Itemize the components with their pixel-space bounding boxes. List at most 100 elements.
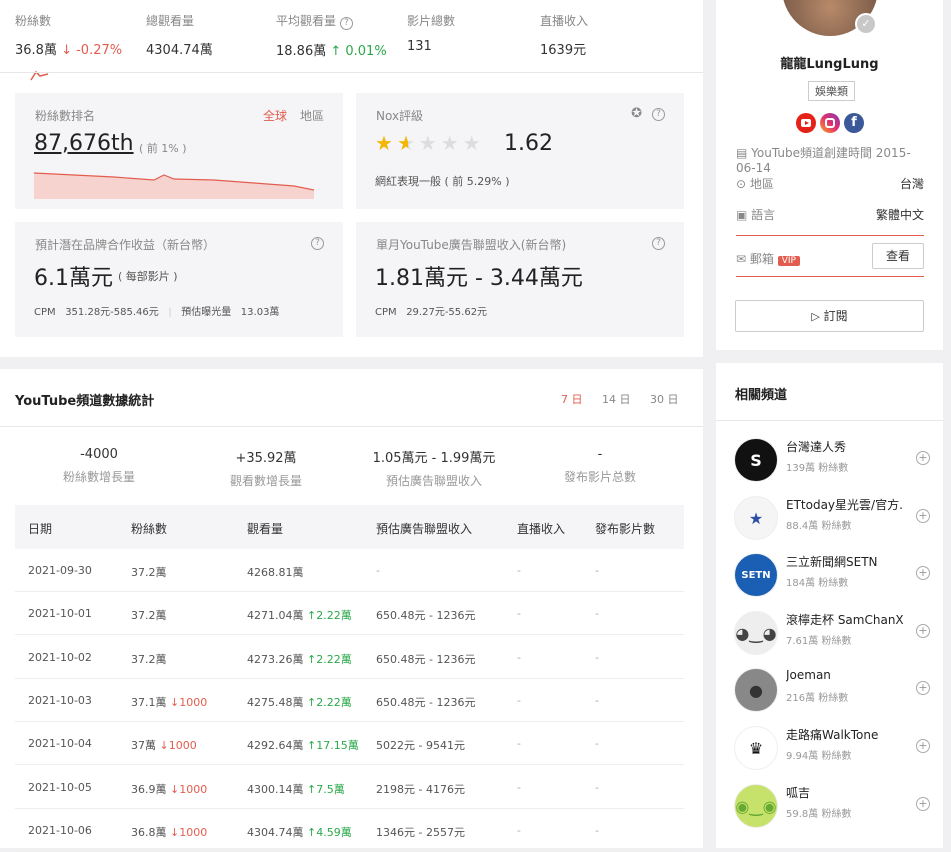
related-channel-item[interactable]: ◕‿◕ 滾檸走杯 SamChanX 7.61萬 粉絲數 + (734, 608, 930, 658)
cell-views: 4304.74萬 (247, 825, 304, 839)
cell-date: 2021-10-01 (28, 607, 92, 621)
views-delta-value: 2.22萬 (316, 609, 352, 623)
cpm-value: 351.28元-585.46元 (65, 307, 159, 318)
divider (0, 426, 703, 427)
views-delta: ↑7.5萬 (307, 783, 345, 796)
tab-7-days[interactable]: 7 日 (561, 391, 583, 407)
cell-fans: 37.2萬 (131, 566, 167, 579)
exposure-label: 預估曝光量 (181, 307, 232, 318)
fans-delta-value: 1000 (168, 739, 197, 753)
fans-delta: ↓1000 (170, 696, 207, 709)
help-icon[interactable]: ? (652, 108, 665, 121)
facebook-icon[interactable]: f (844, 113, 864, 133)
main-content: 粉絲數 36.8萬 ↓ -0.27% 總觀看量 4304.74萬 平均觀看量 ?… (0, 0, 703, 852)
related-channel-name: 台灣達人秀 (786, 440, 847, 454)
table-cell: 37.2萬 (131, 564, 167, 580)
cell-videos: - (595, 650, 599, 664)
language-row: ▣ 語言 繁體中文 (736, 206, 924, 223)
table-cell: - (595, 607, 599, 620)
cell-views: 4275.48萬 (247, 695, 304, 709)
youtube-icon[interactable] (796, 113, 816, 133)
related-channels-card: 相關頻道 S 台灣達人秀 139萬 粉絲數 + ★ ETtoday星光雲/官方.… (716, 363, 943, 848)
person-icon: ● (734, 668, 778, 713)
rank-tab-global[interactable]: 全球 (263, 107, 287, 124)
related-channel-item[interactable]: SETN 三立新聞網SETN 184萬 粉絲數 + (734, 550, 930, 600)
related-channel-name: 滾檸走杯 SamChanX (786, 612, 904, 627)
related-channel-fans: 139萬 粉絲數 (786, 463, 849, 474)
rank-tab-region[interactable]: 地區 (300, 107, 324, 124)
rank-title: 粉絲數排名 (35, 109, 96, 123)
stat-total-views: 總觀看量 4304.74萬 (146, 12, 213, 58)
table-cell: 2198元 - 4176元 (376, 781, 465, 797)
cell-revenue: 650.48元 - 1236元 (376, 695, 476, 709)
cell-videos: - (595, 823, 599, 837)
cell-date: 2021-10-03 (28, 693, 92, 707)
views-delta-value: 2.22萬 (316, 652, 352, 666)
related-channel-item[interactable]: S 台灣達人秀 139萬 粉絲數 + (734, 435, 930, 485)
related-channel-fans: 7.61萬 粉絲數 (786, 635, 852, 647)
cell-videos: - (595, 564, 599, 577)
table-cell: 4273.26萬 ↑2.22萬 (247, 651, 352, 667)
table-header: 日期 粉絲數 觀看量 預估廣告聯盟收入 直播收入 發布影片數 (15, 505, 684, 549)
category-badge[interactable]: 娛樂類 (808, 81, 855, 101)
cpm-label: CPM (375, 307, 397, 318)
subscribe-button[interactable]: ▷ 訂閱 (735, 300, 924, 332)
view-email-button[interactable]: 查看 (872, 243, 924, 269)
summary-value: -4000 (80, 447, 118, 462)
fans-delta-value: 1000 (179, 695, 208, 709)
award-icon[interactable]: ✪ (631, 106, 642, 121)
table-cell: 36.9萬 ↓1000 (131, 781, 207, 797)
table-cell: - (517, 781, 521, 794)
section-title: YouTube頻道數據統計 (15, 394, 155, 409)
rank-trend-chart (34, 172, 314, 199)
vip-badge: VIP (777, 256, 800, 266)
table-cell: 650.48元 - 1236元 (376, 694, 475, 710)
monthly-revenue-box: 單月YouTube廣告聯盟收入(新台幣) ? 1.81萬元 - 3.44萬元 C… (356, 222, 684, 337)
instagram-icon[interactable] (820, 113, 840, 133)
stat-label: 總觀看量 (146, 14, 195, 28)
help-icon[interactable]: ? (652, 237, 665, 250)
add-icon[interactable]: + (916, 681, 930, 696)
tab-30-days[interactable]: 30 日 (650, 391, 679, 407)
table-cell: 1346元 - 2557元 (376, 824, 465, 840)
related-channel-item[interactable]: ◉‿◉ 呱吉 59.8萬 粉絲數 + (734, 781, 930, 831)
calendar-icon: ▤ (736, 146, 748, 160)
related-channel-item[interactable]: ● Joeman 216萬 粉絲數 + (734, 665, 930, 715)
table-cell: - (376, 564, 380, 577)
rank-value: 87,676th (34, 131, 134, 156)
rank-box: 粉絲數排名 全球 地區 87,676th ( 前 1% ) (15, 93, 343, 209)
divider (716, 420, 943, 421)
add-icon[interactable]: + (916, 566, 930, 581)
table-cell: 4275.48萬 ↑2.22萬 (247, 694, 352, 710)
arrow-up-icon: ↑ (307, 739, 317, 753)
views-delta: ↑2.22萬 (307, 653, 352, 666)
help-icon[interactable]: ? (339, 17, 353, 30)
add-icon[interactable]: + (916, 451, 930, 465)
stat-label: 粉絲數 (15, 14, 52, 28)
related-channel-item[interactable]: ★ ETtoday星光雲/官方... 88.4萬 粉絲數 + (734, 493, 930, 543)
related-channel-item[interactable]: ♛ 走路痛WalkTone 9.94萬 粉絲數 + (734, 723, 930, 773)
related-channel-fans: 9.94萬 粉絲數 (786, 751, 852, 762)
table-cell: - (517, 737, 521, 750)
summary-label: 發布影片总數 (563, 470, 636, 484)
table-cell: 2021-10-03 (28, 694, 92, 707)
table-cell: 37.2萬 (131, 651, 167, 667)
bear-icon: ◕‿◕ (734, 610, 778, 655)
summary-value: 1.05萬元 - 1.99萬元 (372, 451, 496, 466)
tab-14-days[interactable]: 14 日 (602, 391, 631, 407)
rank-sub: ( 前 1% ) (139, 142, 187, 155)
related-channel-name: 三立新聞網SETN (786, 555, 878, 570)
related-title: 相關頻道 (735, 388, 788, 403)
divider (736, 276, 924, 277)
cell-date: 2021-10-04 (28, 737, 92, 751)
related-channel-name: ETtoday星光雲/官方... (786, 497, 904, 512)
add-icon[interactable]: + (916, 739, 930, 753)
add-icon[interactable]: + (916, 508, 930, 523)
views-delta: ↑2.22萬 (307, 696, 352, 709)
overview-card: 粉絲數 36.8萬 ↓ -0.27% 總觀看量 4304.74萬 平均觀看量 ?… (0, 0, 703, 357)
arrow-down-icon: ↓ (170, 695, 180, 709)
help-icon[interactable]: ? (311, 237, 324, 250)
table-row: 2021-10-05 36.9萬 ↓1000 4300.14萬 ↑7.5萬 2198元… (15, 766, 684, 809)
add-icon[interactable]: + (916, 796, 930, 811)
add-icon[interactable]: + (916, 623, 930, 638)
